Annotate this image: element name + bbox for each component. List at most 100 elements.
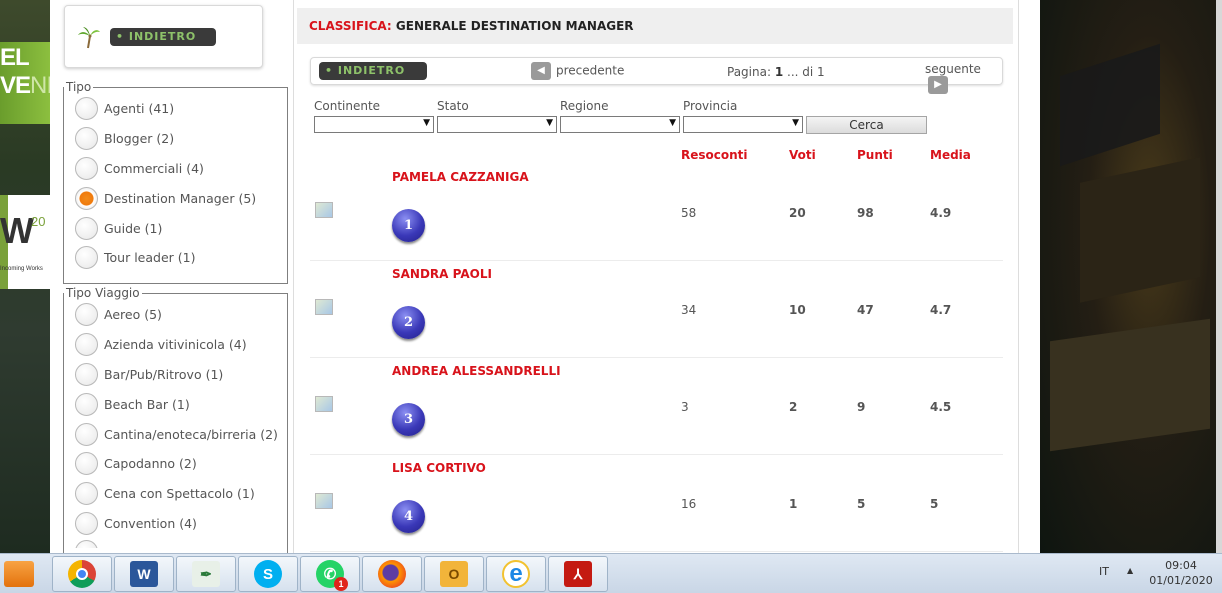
col-punti: Punti bbox=[857, 148, 893, 162]
filter-option-label: Guide (1) bbox=[104, 220, 163, 236]
avatar[interactable] bbox=[315, 202, 333, 218]
search-button[interactable]: Cerca bbox=[806, 116, 927, 134]
person-name-link[interactable]: SANDRA PAOLI bbox=[392, 267, 492, 281]
filter-option-label: Destination Manager (5) bbox=[104, 190, 257, 206]
avatar[interactable] bbox=[315, 299, 333, 315]
filter-option[interactable]: Destination Manager (5) bbox=[64, 183, 287, 213]
regione-select[interactable] bbox=[560, 116, 680, 133]
avatar[interactable] bbox=[315, 396, 333, 412]
next-page-link[interactable]: seguente▶ bbox=[925, 62, 1002, 94]
filter-option[interactable]: Capodanno (2) bbox=[64, 449, 287, 479]
filter-option[interactable]: Bar/Pub/Ritrovo (1) bbox=[64, 360, 287, 390]
scrollbar[interactable] bbox=[1216, 0, 1222, 553]
filter-option-label: Beach Bar (1) bbox=[104, 396, 190, 412]
table-row: PAMELA CAZZANIGA 1 58 20 98 4.9 bbox=[310, 164, 1003, 261]
whatsapp-icon[interactable]: ✆ 1 bbox=[300, 556, 360, 592]
prev-page-link[interactable]: ◀ precedente bbox=[531, 62, 624, 80]
filter-group-tipo: Tipo Agenti (41) Blogger (2) Commerciali (… bbox=[63, 80, 288, 284]
back-button[interactable]: • INDIETRO bbox=[110, 28, 216, 46]
filter-option[interactable]: Aereo (5) bbox=[64, 300, 287, 330]
radio-button[interactable] bbox=[75, 392, 98, 416]
tray-expand-icon[interactable]: ▲ bbox=[1127, 566, 1133, 575]
radio-button[interactable] bbox=[75, 422, 98, 446]
punti-value: 5 bbox=[857, 497, 866, 511]
pager-back-button[interactable]: • INDIETRO bbox=[319, 62, 427, 80]
resoconti-value: 3 bbox=[681, 400, 689, 414]
radio-button[interactable] bbox=[75, 97, 98, 121]
filter-group-legend: Tipo bbox=[66, 80, 92, 94]
continente-select[interactable] bbox=[314, 116, 434, 133]
prev-label: precedente bbox=[556, 63, 625, 78]
media-value: 4.5 bbox=[930, 400, 952, 414]
page-current: 1 bbox=[774, 65, 784, 79]
radio-button[interactable] bbox=[75, 303, 98, 327]
filter-option-label: Aereo (5) bbox=[104, 307, 162, 323]
filter-option-label: Agenti (41) bbox=[104, 101, 175, 117]
next-label: seguente bbox=[925, 62, 981, 76]
resoconti-value: 34 bbox=[681, 303, 697, 317]
filter-option-label: Cantina/enoteca/birreria (2) bbox=[104, 426, 278, 442]
word-icon[interactable]: W bbox=[114, 556, 174, 592]
filter-option-label: Azienda vitivinicola (4) bbox=[104, 337, 247, 353]
banner-text-2: VENI bbox=[0, 72, 53, 99]
title-text: GENERALE DESTINATION MANAGER bbox=[395, 19, 634, 33]
filter-option[interactable]: Agenti (41) bbox=[64, 94, 287, 124]
person-name-link[interactable]: PAMELA CAZZANIGA bbox=[392, 170, 529, 184]
radio-button[interactable] bbox=[75, 246, 98, 270]
radio-button[interactable] bbox=[75, 216, 98, 240]
clock-time: 09:04 bbox=[1165, 559, 1197, 572]
radio-button[interactable] bbox=[75, 333, 98, 357]
stato-select[interactable] bbox=[437, 116, 557, 133]
filter-option[interactable]: Cena con Spettacolo (1) bbox=[64, 479, 287, 509]
filter-option-label: Capodanno (2) bbox=[104, 456, 197, 472]
acrobat-icon[interactable]: ⅄ bbox=[548, 556, 608, 592]
punti-value: 9 bbox=[857, 400, 866, 414]
voti-value: 1 bbox=[789, 497, 798, 511]
stato-label: Stato bbox=[437, 99, 469, 113]
main-panel: CLASSIFICA: GENERALE DESTINATION MANAGER… bbox=[293, 0, 1019, 553]
radio-button[interactable] bbox=[75, 452, 98, 476]
voti-value: 10 bbox=[789, 303, 806, 317]
clock-date: 01/01/2020 bbox=[1149, 574, 1213, 587]
language-indicator[interactable]: IT bbox=[1099, 565, 1109, 578]
clock[interactable]: 09:04 01/01/2020 bbox=[1146, 558, 1216, 588]
filter-option[interactable]: Blogger (2) bbox=[64, 124, 287, 154]
chrome-icon[interactable] bbox=[52, 556, 112, 592]
filter-option[interactable] bbox=[64, 538, 287, 549]
firefox-icon[interactable] bbox=[362, 556, 422, 592]
table-row: SANDRA PAOLI 2 34 10 47 4.7 bbox=[310, 261, 1003, 358]
filter-option[interactable]: Commerciali (4) bbox=[64, 154, 287, 184]
sidebar-logo-box: • INDIETRO bbox=[64, 5, 263, 68]
filter-option[interactable]: Beach Bar (1) bbox=[64, 389, 287, 419]
skype-icon[interactable]: S bbox=[238, 556, 298, 592]
provincia-select[interactable] bbox=[683, 116, 803, 133]
outlook-icon[interactable]: O bbox=[424, 556, 484, 592]
quill-icon[interactable]: ✒ bbox=[176, 556, 236, 592]
filter-option[interactable]: Cantina/enoteca/birreria (2) bbox=[64, 419, 287, 449]
rank-badge: 4 bbox=[392, 500, 425, 533]
person-name-link[interactable]: ANDREA ALESSANDRELLI bbox=[392, 364, 561, 378]
filter-option-label: Blogger (2) bbox=[104, 131, 175, 147]
radio-button[interactable] bbox=[75, 482, 98, 506]
radio-button[interactable] bbox=[75, 156, 98, 180]
radio-button[interactable] bbox=[75, 362, 98, 386]
continente-label: Continente bbox=[314, 99, 381, 113]
ie-icon[interactable]: e bbox=[486, 556, 546, 592]
person-name-link[interactable]: LISA CORTIVO bbox=[392, 461, 486, 475]
filter-option[interactable]: Guide (1) bbox=[64, 213, 287, 243]
col-media: Media bbox=[930, 148, 971, 162]
filter-option[interactable]: Convention (4) bbox=[64, 509, 287, 539]
media-value: 4.7 bbox=[930, 303, 952, 317]
radio-selected[interactable] bbox=[75, 186, 98, 210]
filter-option[interactable]: Tour leader (1) bbox=[64, 243, 287, 273]
filter-option-label: Convention (4) bbox=[104, 515, 197, 531]
sidebar: • INDIETRO Tipo Agenti (41) Blogger (2) Co… bbox=[50, 0, 293, 553]
radio-button[interactable] bbox=[75, 540, 98, 549]
avatar[interactable] bbox=[315, 493, 333, 509]
rank-badge: 1 bbox=[392, 209, 425, 242]
radio-button[interactable] bbox=[75, 511, 98, 535]
radio-button[interactable] bbox=[75, 127, 98, 151]
filter-option[interactable]: Azienda vitivinicola (4) bbox=[64, 330, 287, 360]
start-app-icon[interactable] bbox=[4, 561, 34, 587]
filter-option-label: Bar/Pub/Ritrovo (1) bbox=[104, 366, 224, 382]
